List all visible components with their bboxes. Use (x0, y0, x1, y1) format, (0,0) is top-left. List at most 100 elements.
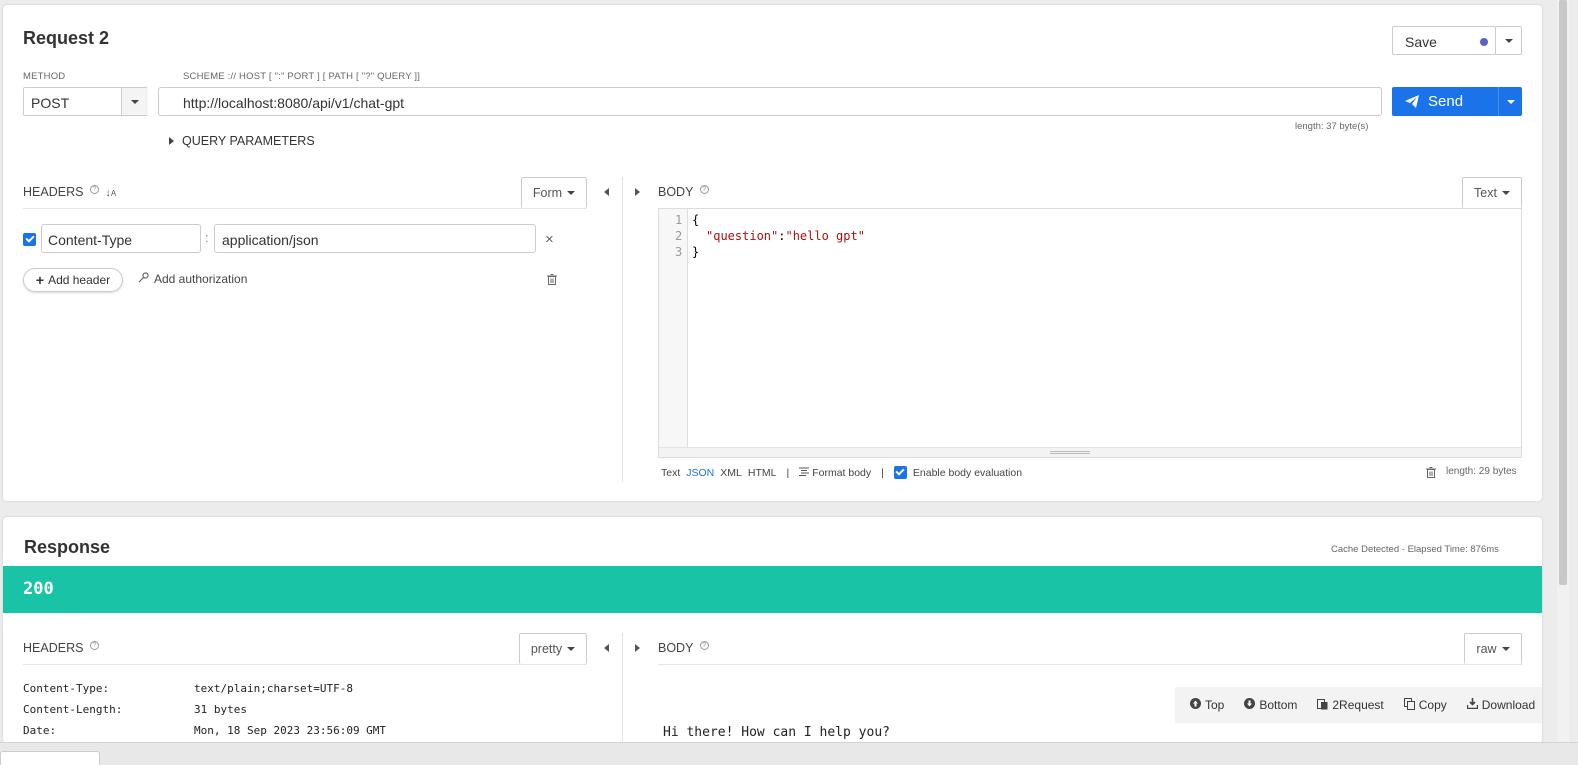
add-authorization-link[interactable]: Add authorization (138, 272, 247, 286)
save-label: Save (1405, 34, 1437, 50)
response-body-text: Hi there! How can I help you? (663, 725, 890, 740)
url-input[interactable]: http://localhost:8080/api/v1/chat-gpt (158, 87, 1382, 116)
headers-tab-line (23, 208, 587, 209)
clear-body-trash-icon[interactable] (1426, 466, 1436, 481)
enable-eval-label: Enable body evaluation (912, 466, 1023, 479)
arrow-up-circle-icon (1190, 698, 1201, 712)
body-mode-label: Text (1474, 186, 1497, 200)
collapse-left-icon[interactable] (604, 188, 609, 196)
to-request-button[interactable]: 2Request (1317, 698, 1384, 713)
url-length: length: 37 byte(s) (1295, 121, 1369, 132)
send-label: Send (1428, 93, 1464, 110)
header-enabled-checkbox[interactable] (23, 233, 36, 246)
remove-header-icon[interactable]: × (545, 231, 554, 248)
format-text[interactable]: Text (661, 467, 680, 479)
download-icon (1466, 698, 1478, 712)
request-title: Request 2 (23, 28, 110, 48)
code-line-2: 2 "question":"hello gpt" (659, 229, 1519, 245)
help-icon[interactable]: ? (89, 185, 99, 194)
format-xml[interactable]: XML (720, 467, 742, 479)
add-header-label: Add header (48, 273, 111, 287)
help-icon[interactable]: ? (89, 641, 99, 650)
body-label-text: BODY (658, 641, 694, 655)
response-panel: Response Cache Detected - Elapsed Time: … (3, 517, 1542, 743)
line-number: 2 (675, 229, 683, 243)
headers-mode-label: Form (532, 186, 563, 200)
chevron-down-icon (131, 99, 139, 104)
method-value: POST (31, 95, 70, 111)
send-dropdown-button[interactable] (1498, 87, 1522, 116)
method-select[interactable]: POST (23, 87, 148, 116)
trash-icon[interactable] (547, 273, 557, 288)
save-dropdown-button[interactable] (1495, 26, 1522, 55)
method-dropdown-toggle[interactable] (121, 88, 148, 115)
format-separator: | (881, 466, 884, 479)
save-button[interactable]: Save (1392, 26, 1496, 55)
chevron-down-icon (1501, 191, 1510, 195)
response-header-row: Content-Length: 31 bytes (23, 703, 583, 719)
collapse-right-icon[interactable] (635, 644, 640, 652)
headers-label-text: HEADERS (23, 641, 84, 655)
response-header-value: text/plain;charset=UTF-8 (194, 682, 353, 695)
response-header-name: Content-Length: (23, 703, 123, 716)
paste-icon (1317, 698, 1328, 713)
body-format-bar: Text JSON XML HTML | Format body | Enabl… (661, 466, 1022, 479)
response-header-row: Date: Mon, 18 Sep 2023 23:56:09 GMT (23, 724, 583, 740)
query-parameters-toggle[interactable]: QUERY PARAMETERS (169, 134, 315, 148)
response-headers-mode-button[interactable]: pretty (519, 633, 587, 664)
method-label: METHOD (23, 71, 66, 82)
panel-divider (622, 633, 623, 743)
format-json[interactable]: JSON (686, 467, 714, 479)
add-authorization-label: Add authorization (154, 272, 248, 286)
collapse-right-icon[interactable] (635, 188, 640, 196)
page-scrollbar[interactable] (1557, 0, 1569, 742)
body-mode-button[interactable]: Text (1462, 177, 1522, 208)
response-body-tab-line (658, 664, 1522, 665)
body-editor[interactable]: 1 { 2 "question":"hello gpt" 3 } (658, 208, 1522, 458)
status-code: 200 (23, 579, 54, 599)
line-number: 3 (675, 245, 683, 259)
code-text: { (692, 213, 700, 227)
download-button[interactable]: Download (1466, 698, 1535, 712)
response-header-name: Date: (23, 724, 57, 737)
format-separator: | (786, 466, 790, 479)
sort-icon[interactable]: ↓A (105, 187, 116, 199)
code-text: } (692, 245, 700, 259)
scheme-hint: SCHEME :// HOST [ ":" PORT ] [ PATH [ "?… (183, 71, 421, 82)
help-icon[interactable]: ? (699, 185, 709, 194)
collapse-left-icon[interactable] (604, 644, 609, 652)
response-body-label: BODY ? (658, 641, 709, 655)
chevron-down-icon (567, 647, 576, 651)
expand-arrow-icon (169, 137, 174, 145)
chevron-down-icon (1504, 38, 1513, 43)
bottom-button[interactable]: Bottom (1244, 698, 1297, 712)
format-body-button[interactable]: Format body (799, 467, 871, 479)
chevron-down-icon (1506, 99, 1515, 104)
scrollbar-thumb[interactable] (1559, 0, 1567, 585)
response-header-value: Mon, 18 Sep 2023 23:56:09 GMT (194, 724, 387, 737)
paper-plane-icon (1405, 95, 1419, 111)
body-label-text: BODY (658, 185, 694, 199)
help-icon[interactable]: ? (699, 641, 709, 650)
format-html[interactable]: HTML (748, 467, 777, 479)
editor-resize-handle[interactable] (659, 447, 1521, 457)
headers-mode-button[interactable]: Form (521, 177, 587, 208)
add-header-button[interactable]: + Add header (23, 268, 123, 292)
header-name-input[interactable]: Content-Type (41, 224, 201, 253)
enable-eval-checkbox[interactable] (893, 466, 907, 479)
copy-button[interactable]: Copy (1403, 697, 1447, 713)
header-value-input[interactable]: application/json (214, 224, 536, 253)
send-button[interactable]: Send (1392, 87, 1498, 116)
request-body-label: BODY ? (658, 185, 709, 199)
bottom-tab[interactable] (0, 751, 100, 765)
response-body-mode-button[interactable]: raw (1464, 633, 1522, 664)
format-body-label: Format body (812, 466, 872, 479)
unsaved-dot-icon (1480, 38, 1488, 46)
code-line-1: 1 { (659, 213, 1519, 229)
response-title: Response (24, 537, 111, 557)
url-value: http://localhost:8080/api/v1/chat-gpt (183, 95, 405, 111)
bottom-bar (0, 742, 1578, 765)
top-button[interactable]: Top (1190, 698, 1224, 712)
arrow-down-circle-icon (1244, 698, 1256, 712)
line-number: 1 (675, 213, 683, 227)
